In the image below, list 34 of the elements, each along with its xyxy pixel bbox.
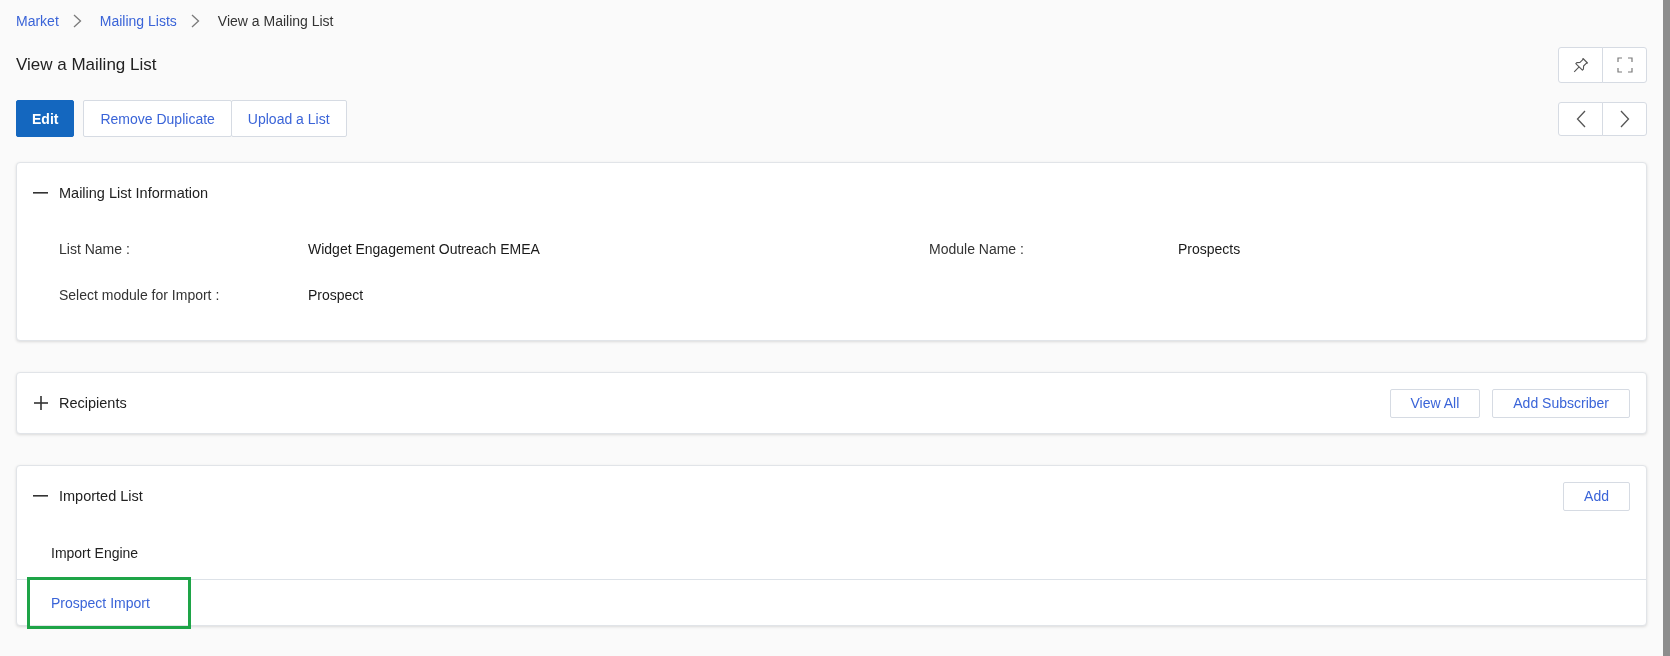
section-action-button[interactable]: View All [1389, 388, 1481, 418]
pin-button[interactable] [1558, 46, 1603, 83]
section-action-button[interactable]: Add [1563, 481, 1630, 511]
field-value: Prospect [308, 287, 365, 303]
field-value: Widget Engagement Outreach EMEA [308, 241, 541, 257]
section-title: Imported List [59, 488, 143, 504]
section-action-button[interactable]: Add Subscriber [1492, 388, 1630, 418]
section-title: Mailing List Information [59, 185, 209, 201]
breadcrumb-current: View a Mailing List [217, 13, 334, 29]
plus-icon[interactable] [33, 396, 48, 410]
field-label: Select module for Import : [59, 287, 221, 303]
table-link[interactable]: Prospect Import [51, 595, 150, 611]
breadcrumb-link[interactable]: Market [16, 13, 59, 29]
breadcrumb-link[interactable]: Mailing Lists [99, 13, 177, 29]
page-title: View a Mailing List [16, 54, 157, 75]
action-button[interactable]: Edit [16, 100, 75, 137]
scrollbar[interactable] [1663, 0, 1670, 656]
previous-button[interactable] [1558, 101, 1603, 136]
chevron-right-icon [72, 14, 82, 28]
minus-icon[interactable] [33, 495, 48, 497]
action-button[interactable]: Remove Duplicate [83, 100, 232, 137]
chevron-left-icon [1575, 109, 1586, 128]
field-label: List Name : [59, 241, 131, 257]
section-title: Recipients [59, 395, 127, 411]
pin-icon [1572, 56, 1589, 73]
chevron-right-icon [1619, 109, 1630, 128]
action-button[interactable]: Upload a List [230, 100, 347, 137]
minus-icon[interactable] [33, 192, 48, 194]
chevron-right-icon [190, 14, 200, 28]
fullscreen-icon [1616, 56, 1633, 73]
field-label: Module Name : [929, 241, 1025, 257]
fullscreen-button[interactable] [1602, 46, 1647, 83]
field-value: Prospects [1178, 241, 1242, 257]
column-header: Import Engine [51, 544, 139, 561]
